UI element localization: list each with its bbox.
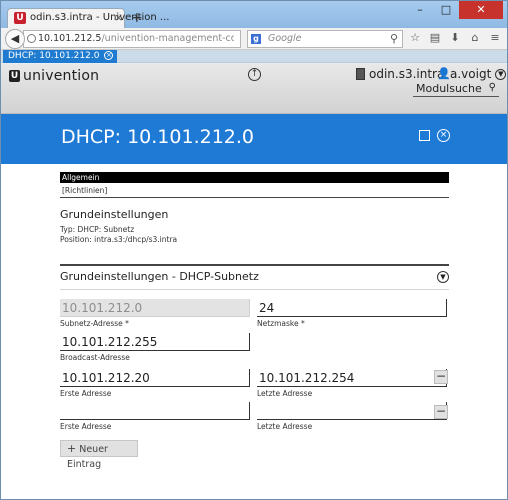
type-line: Typ: DHCP: Subnetz [60,225,135,234]
menu-icon[interactable]: ≡ [489,31,501,45]
divider [60,264,449,266]
tab-allgemein[interactable]: Allgemein [60,172,449,183]
univention-logo-icon: U [9,70,20,82]
collapse-chevron-icon[interactable]: ▼ [437,271,449,283]
add-entry-button[interactable]: + Neuer Eintrag [60,440,138,470]
host-indicator: odin.s3.intra [356,67,444,81]
search-icon[interactable]: ⚲ [489,82,496,93]
univention-favicon-icon: U [14,12,26,24]
url-text[interactable]: 10.101.212.5/univention-management-conso… [38,33,234,44]
new-tab-button[interactable]: + [131,10,143,26]
object-info: Typ: DHCP: Subnetz Position: intra.s3:/d… [60,225,177,245]
remove-range-button[interactable]: − [434,405,448,419]
navigation-bar: 10.101.212.5/univention-management-conso… [1,28,507,50]
netmask-field: 24 Netzmaske * [257,299,447,328]
arrow-up-icon[interactable]: ↑ [248,68,261,81]
first-address-input[interactable] [60,402,250,420]
subnet-address-input: 10.101.212.0 [60,299,250,317]
server-icon [356,68,365,80]
home-icon[interactable]: ⌂ [469,31,481,45]
save-icon[interactable] [419,130,430,141]
module-search[interactable]: Modulsuche ⚲ [413,82,499,97]
logo-text: univention [23,68,100,84]
star-icon[interactable]: ☆ [409,31,421,45]
module-tab-strip: DHCP: 10.101.212.0 × [1,50,507,63]
univention-logo: U univention [9,68,99,84]
maximize-button[interactable]: □ [433,1,459,19]
umc-header: U univention ↑ odin.s3.intra 👤 a.voigt ▼… [1,64,507,114]
first-address-field: Erste Adresse [60,402,250,431]
user-icon: 👤 [437,67,451,80]
broadcast-field: 10.101.212.255 Broadcast-Adresse [60,333,250,362]
subnet-field: 10.101.212.0 Subnetz-Adresse * [60,299,250,328]
tab-title: odin.s3.intra - Univention ... [30,12,170,23]
last-address-field: Letzte Adresse [257,402,447,431]
window-controls: – □ ✕ [407,1,503,19]
title-bar: U odin.s3.intra - Univention ... × + – □… [1,1,507,29]
google-icon[interactable]: g [251,34,261,44]
user-name: a.voigt [450,67,492,81]
first-address-field: 10.101.212.20 Erste Adresse [60,369,250,398]
module-tab[interactable]: DHCP: 10.101.212.0 × [3,50,118,63]
tab-close-icon[interactable]: × [114,11,123,24]
first-address-input[interactable]: 10.101.212.20 [60,369,250,387]
last-address-input[interactable]: 10.101.212.254 [257,369,447,387]
search-bar[interactable]: g Google ⚲ [247,30,403,48]
host-name: odin.s3.intra [369,67,445,81]
browser-tab[interactable]: U odin.s3.intra - Univention ... × [7,8,169,29]
subnet-address-label: Subnetz-Adresse * [60,319,129,328]
back-arrow-icon[interactable]: ◀ [5,29,25,49]
clipboard-icon[interactable]: ▤ [429,31,441,45]
module-tab-label: DHCP: 10.101.212.0 [8,51,100,61]
minimize-button[interactable]: – [407,1,433,19]
last-address-input[interactable] [257,402,447,420]
page-header: DHCP: 10.101.212.0 × [1,114,507,164]
download-icon[interactable]: ⬇ [449,31,461,45]
user-menu[interactable]: 👤 a.voigt ▼ [437,67,507,81]
close-window-button[interactable]: ✕ [459,1,503,19]
last-address-label: Letzte Adresse [257,422,313,431]
broadcast-address-label: Broadcast-Adresse [60,353,130,362]
search-icon[interactable]: ⚲ [390,32,398,45]
search-placeholder: Google [268,33,302,44]
divider [60,289,449,290]
last-address-field: 10.101.212.254 Letzte Adresse [257,369,447,398]
url-path: /univention-management-console/?lang=de-… [101,33,234,44]
position-line: Position: intra.s3:/dhcp/s3.intra [60,235,178,244]
first-address-label: Erste Adresse [60,422,112,431]
globe-icon [27,34,36,43]
close-icon[interactable]: × [437,129,450,142]
netmask-label: Netzmaske * [257,319,305,328]
url-host: 10.101.212.5 [38,33,102,44]
module-search-label: Modulsuche [416,82,482,95]
toolbar-icons: ☆ ▤ ⬇ ⌂ ≡ [409,31,501,45]
subsection-title: Grundeinstellungen - DHCP-Subnetz [60,270,259,283]
chevron-down-icon[interactable]: ▼ [495,68,507,80]
browser-window: U odin.s3.intra - Univention ... × + – □… [0,0,508,500]
main-content: Allgemein [Richtlinien] Grundeinstellung… [1,164,507,499]
netmask-input[interactable]: 24 [257,299,447,317]
first-address-label: Erste Adresse [60,389,112,398]
address-bar[interactable]: 10.101.212.5/univention-management-conso… [23,30,241,48]
broadcast-address-input[interactable]: 10.101.212.255 [60,333,250,351]
close-icon[interactable]: × [104,51,114,60]
remove-range-button[interactable]: − [434,370,448,384]
plus-icon: + [67,442,77,455]
section-title: Grundeinstellungen [60,208,169,221]
tab-richtlinien[interactable]: [Richtlinien] [60,185,449,198]
last-address-label: Letzte Adresse [257,389,313,398]
page-title: DHCP: 10.101.212.0 [61,126,254,148]
